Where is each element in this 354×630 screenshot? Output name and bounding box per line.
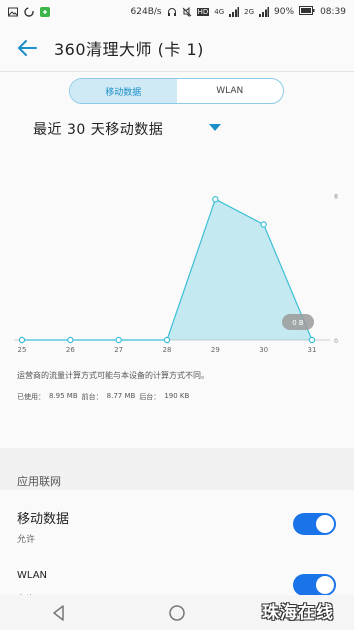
back-button[interactable] xyxy=(14,35,40,61)
mobile-data-row-title: 移动数据 xyxy=(17,512,70,527)
arrow-left-icon xyxy=(18,39,37,56)
tab-mobile-data[interactable]: 移动数据 xyxy=(70,79,177,103)
period-selector[interactable]: 最近 30 天移动数据 xyxy=(33,119,163,139)
foreground-value: 8.77 MB xyxy=(106,392,136,400)
mute-icon xyxy=(182,6,192,18)
clock: 08:39 xyxy=(320,7,346,17)
app-notification-icon xyxy=(40,7,50,17)
page-title: 360清理大师 (卡 1) xyxy=(54,39,204,59)
wlan-row-title: WLAN xyxy=(17,570,48,581)
signal-2-icon xyxy=(259,7,270,17)
data-point xyxy=(163,336,171,344)
headphones-icon xyxy=(167,7,177,17)
y-tick-label: 8 xyxy=(334,194,338,201)
wlan-toggle[interactable] xyxy=(293,574,336,596)
x-tick-label: 31 xyxy=(308,346,317,354)
x-tick-label: 29 xyxy=(211,346,220,354)
dropdown-caret-icon[interactable] xyxy=(209,124,221,131)
home-nav-icon[interactable] xyxy=(168,604,186,622)
network-type-2: 2G xyxy=(244,8,255,16)
used-label: 已使用： xyxy=(17,393,45,401)
mobile-data-row-subtitle: 允许 xyxy=(17,535,36,545)
watermark: 珠海在线 xyxy=(262,603,334,623)
foreground-label: 前台： xyxy=(81,393,103,401)
main-content: 移动数据 WLAN 最近 30 天移动数据 25 26 27 28 29 30 31 0 8 0 … xyxy=(0,72,354,448)
x-tick-label: 28 xyxy=(163,346,172,354)
series-area xyxy=(22,199,312,340)
tab-switcher: 移动数据 WLAN xyxy=(69,78,284,104)
tooltip-text: 0 B xyxy=(292,319,304,327)
data-point xyxy=(67,336,74,344)
data-point xyxy=(115,336,122,344)
network-speed: 624B/s xyxy=(130,7,162,17)
status-bar: 624B/s HD 4G 2G 90% 08:39 xyxy=(0,0,354,24)
status-left xyxy=(8,7,50,17)
section-title: 应用联网 xyxy=(17,475,61,488)
data-point xyxy=(212,196,219,203)
y-tick-label: 0 xyxy=(334,338,338,345)
background-value: 190 KB xyxy=(164,392,190,400)
app-bar: 360清理大师 (卡 1) xyxy=(0,24,354,72)
x-tick-label: 30 xyxy=(259,346,268,354)
tab-wlan[interactable]: WLAN xyxy=(177,79,284,103)
toggle-knob xyxy=(316,515,334,533)
toggle-knob xyxy=(316,576,334,594)
data-point xyxy=(18,336,26,344)
x-tick-label: 26 xyxy=(66,346,75,354)
image-icon xyxy=(8,7,18,17)
mobile-data-toggle[interactable] xyxy=(293,513,336,535)
x-tick-label: 25 xyxy=(18,346,27,354)
network-type: 4G xyxy=(214,8,225,16)
carrier-note: 运营商的流量计算方式可能与本设备的计算方式不同。 xyxy=(17,371,209,380)
x-tick-label: 27 xyxy=(114,346,123,354)
battery-icon xyxy=(299,6,315,18)
usage-summary: 已使用： 8.95 MB 前台： 8.77 MB 后台： 190 KB xyxy=(17,392,189,402)
data-point xyxy=(308,336,316,344)
used-value: 8.95 MB xyxy=(49,392,78,400)
battery-percent: 90% xyxy=(274,7,295,17)
signal-icon xyxy=(229,7,240,17)
loading-icon xyxy=(24,7,34,17)
status-right: 624B/s HD 4G 2G 90% 08:39 xyxy=(131,6,346,18)
data-point xyxy=(260,221,267,228)
hd-badge: HD xyxy=(196,8,210,16)
usage-chart: 25 26 27 28 29 30 31 0 8 0 B xyxy=(14,194,338,354)
back-nav-icon[interactable] xyxy=(50,604,68,622)
background-label: 后台： xyxy=(139,393,161,401)
